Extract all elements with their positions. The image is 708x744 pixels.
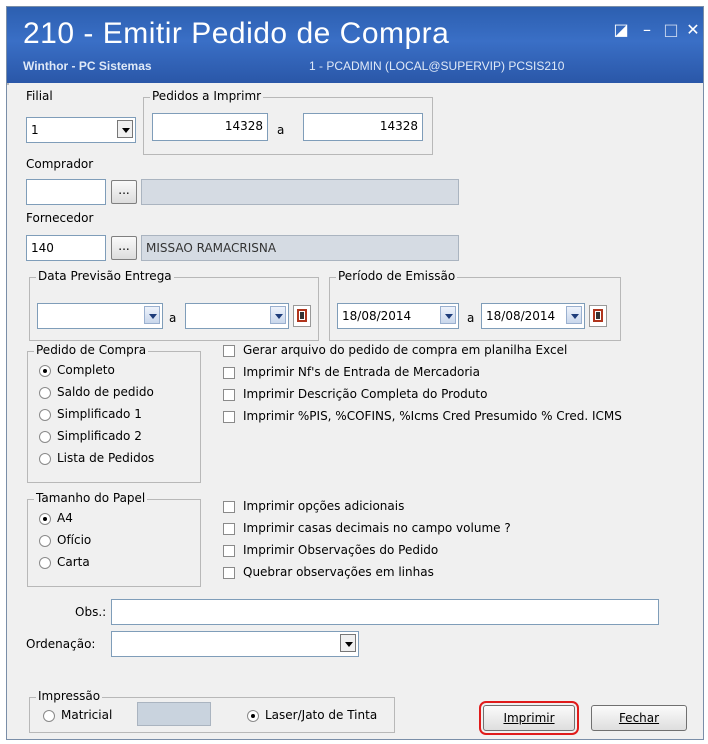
radio-simplificado-1[interactable] (39, 409, 51, 421)
option-observacoes-pedido-label: Imprimir Observações do Pedido (243, 543, 439, 557)
checkbox-casas-decimais[interactable] (223, 523, 235, 535)
radio-completo[interactable] (39, 365, 51, 377)
radio-lista-de-pedidos[interactable] (39, 453, 51, 465)
calendar-icon[interactable] (293, 305, 311, 327)
form-content: Filial 1 Pedidos a Imprimr 14328 a 14328… (7, 83, 703, 739)
radio-saldo-de-pedido[interactable] (39, 387, 51, 399)
option-saldo-label: Saldo de pedido (57, 385, 154, 399)
matricial-printer-field (137, 702, 211, 726)
filial-value: 1 (31, 123, 39, 137)
fornecedor-code-input[interactable]: 140 (26, 235, 106, 261)
option-simplificado-2-label: Simplificado 2 (57, 429, 142, 443)
minimize-icon[interactable]: – (637, 21, 657, 39)
option-laser-label: Laser/Jato de Tinta (265, 708, 378, 722)
periodo-legend: Período de Emissão (336, 269, 458, 283)
comprador-search-button[interactable]: ... (111, 180, 137, 204)
option-casas-decimais-label: Imprimir casas decimais no campo volume … (243, 521, 511, 535)
data-previsao-legend: Data Previsão Entrega (36, 269, 174, 283)
option-descricao-completa-label: Imprimir Descrição Completa do Produto (243, 387, 488, 401)
option-gerar-excel-label: Gerar arquivo do pedido de compra em pla… (243, 343, 568, 357)
close-icon[interactable]: ✕ (683, 21, 703, 39)
window: 210 - Emitir Pedido de Compra Winthor - … (6, 6, 704, 740)
checkbox-nfs-entrada[interactable] (223, 367, 235, 379)
option-oficio-label: Ofício (57, 533, 92, 547)
obs-input[interactable] (111, 599, 659, 625)
periodo-from-value: 18/08/2014 (342, 309, 412, 323)
checkbox-observacoes-pedido[interactable] (223, 545, 235, 557)
window-title: 210 - Emitir Pedido de Compra (23, 17, 450, 50)
periodo-to-value: 18/08/2014 (486, 309, 556, 323)
fornecedor-label: Fornecedor (26, 211, 94, 225)
pedidos-legend: Pedidos a Imprimr (150, 89, 264, 103)
periodo-sep-label: a (467, 311, 475, 325)
checkbox-quebrar-observacoes[interactable] (223, 567, 235, 579)
title-bar: 210 - Emitir Pedido de Compra Winthor - … (7, 7, 703, 83)
impressao-legend: Impressão (36, 689, 103, 703)
help-icon[interactable]: ◪ (611, 21, 631, 39)
tamanho-papel-group: Tamanho do Papel (27, 491, 201, 587)
radio-laser[interactable] (247, 710, 259, 722)
calendar-icon[interactable] (589, 305, 607, 327)
maximize-icon[interactable]: □ (661, 21, 681, 39)
fornecedor-search-button[interactable]: ... (111, 236, 137, 260)
chevron-down-icon[interactable] (144, 306, 160, 324)
option-simplificado-1-label: Simplificado 1 (57, 407, 142, 421)
chevron-down-icon[interactable] (270, 306, 286, 324)
data-previsao-sep-label: a (169, 311, 177, 325)
ordenacao-label: Ordenação: (26, 637, 96, 651)
radio-carta[interactable] (39, 557, 51, 569)
checkbox-gerar-excel[interactable] (223, 345, 235, 357)
option-a4-label: A4 (57, 511, 73, 525)
checkbox-descricao-completa[interactable] (223, 389, 235, 401)
data-previsao-to-input[interactable] (185, 303, 289, 329)
option-opcoes-adicionais-label: Imprimir opções adicionais (243, 499, 405, 513)
comprador-name-field (141, 179, 459, 205)
option-quebrar-observacoes-label: Quebrar observações em linhas (243, 565, 434, 579)
radio-oficio[interactable] (39, 535, 51, 547)
close-button[interactable]: Fechar (591, 705, 687, 731)
pedido-to-input[interactable]: 14328 (303, 113, 423, 141)
checkbox-opcoes-adicionais[interactable] (223, 501, 235, 513)
radio-a4[interactable] (39, 513, 51, 525)
option-carta-label: Carta (57, 555, 90, 569)
ordenacao-select[interactable] (111, 631, 359, 657)
option-lista-label: Lista de Pedidos (57, 451, 155, 465)
radio-matricial[interactable] (43, 710, 55, 722)
data-previsao-from-input[interactable] (37, 303, 163, 329)
periodo-to-input[interactable]: 18/08/2014 (481, 303, 585, 329)
checkbox-pis-cofins[interactable] (223, 411, 235, 423)
chevron-down-icon[interactable] (440, 306, 456, 324)
user-info: 1 - PCADMIN (LOCAL@SUPERVIP) PCSIS210 (309, 59, 565, 73)
filial-label: Filial (26, 89, 53, 103)
tamanho-papel-legend: Tamanho do Papel (34, 491, 148, 505)
comprador-label: Comprador (26, 157, 94, 171)
pedido-from-input[interactable]: 14328 (152, 113, 268, 141)
radio-simplificado-2[interactable] (39, 431, 51, 443)
obs-label: Obs.: (75, 605, 107, 619)
comprador-code-input[interactable] (26, 179, 106, 205)
chevron-down-icon[interactable] (340, 634, 356, 652)
option-completo-label: Completo (57, 363, 115, 377)
option-pis-cofins-label: Imprimir %PIS, %COFINS, %Icms Cred Presu… (243, 409, 622, 423)
app-subtitle: Winthor - PC Sistemas (23, 59, 152, 73)
periodo-from-input[interactable]: 18/08/2014 (337, 303, 459, 329)
close-button-label: Fechar (618, 711, 660, 725)
filial-select[interactable]: 1 (26, 117, 136, 143)
option-matricial-label: Matricial (61, 708, 113, 722)
fornecedor-name-field: MISSAO RAMACRISNA (141, 235, 459, 261)
pedido-compra-legend: Pedido de Compra (34, 343, 149, 357)
pedidos-sep-label: a (277, 123, 285, 137)
option-nfs-entrada-label: Imprimir Nf's de Entrada de Mercadoria (243, 365, 480, 379)
impressao-group-dummy (7, 83, 9, 85)
print-button[interactable]: Imprimir (479, 701, 579, 735)
chevron-down-icon[interactable] (566, 306, 582, 324)
chevron-down-icon[interactable] (117, 120, 133, 138)
print-button-label: Imprimir (503, 711, 555, 725)
